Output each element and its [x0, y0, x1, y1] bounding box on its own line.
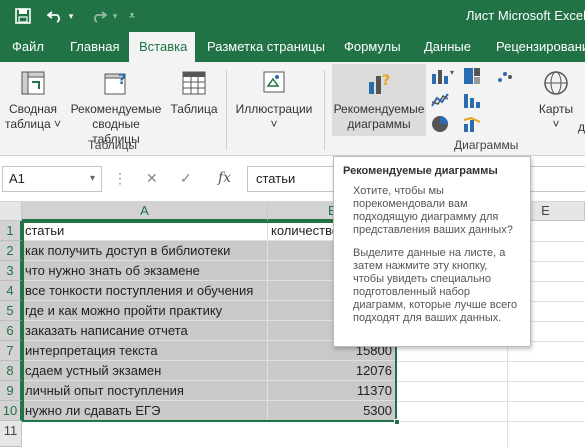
column-chart-caret-icon[interactable]: ▾	[450, 68, 454, 77]
tab-file[interactable]: Файл	[2, 32, 54, 62]
cell-b10[interactable]: 5300	[268, 401, 396, 421]
redo-icon[interactable]	[88, 6, 110, 26]
charts-group-label: Диаграммы	[454, 138, 519, 152]
enter-icon[interactable]: ✓	[180, 170, 192, 187]
redo-dropdown-icon[interactable]: ▾	[110, 6, 120, 26]
row-header[interactable]: 1	[0, 221, 22, 241]
title-bar: ▾ ▾ ⩡ Лист Microsoft Excel ия	[0, 0, 585, 32]
hierarchy-chart-icon[interactable]	[462, 66, 482, 88]
cell-a5[interactable]: где и как можно пройти практику	[22, 301, 268, 321]
cancel-icon[interactable]: ✕	[146, 170, 158, 187]
tab-formulas[interactable]: Формулы	[334, 32, 411, 62]
pie-chart-icon[interactable]	[430, 114, 450, 136]
row-header[interactable]: 11	[0, 421, 22, 447]
recommended-charts-icon: ?	[369, 73, 390, 94]
pivot-line1: Сводная	[8, 102, 58, 116]
rec-charts-line1: Рекомендуемые	[333, 102, 425, 116]
tab-insert[interactable]: Вставка	[129, 32, 195, 62]
cell-b8[interactable]: 12076	[268, 361, 396, 381]
name-box-value: A1	[9, 171, 25, 186]
cell-a7[interactable]: интерпретация текста	[22, 341, 268, 361]
pivot-table-button[interactable]: Сводная таблица ˅	[4, 68, 62, 136]
svg-text:?: ?	[382, 73, 390, 89]
window-title: Лист Microsoft Excel ия	[466, 8, 585, 23]
recommended-charts-button[interactable]: ? Рекомендуемые диаграммы	[332, 64, 426, 136]
ribbon: Сводная таблица ˅ ? Рекомендуемые сводны…	[0, 62, 585, 156]
maps-caret: ˅	[552, 117, 560, 131]
cell-b9[interactable]: 11370	[268, 381, 396, 401]
row-header[interactable]: 9	[0, 381, 22, 401]
rec-charts-line2: диаграммы	[347, 117, 411, 131]
ribbon-separator	[226, 70, 227, 150]
tab-page-layout[interactable]: Разметка страницы	[197, 32, 335, 62]
gridline	[397, 401, 585, 402]
gridline	[22, 421, 585, 422]
tooltip-paragraph: Выделите данные на листе, а затем нажмит…	[353, 247, 518, 324]
table-button[interactable]: Таблица	[168, 68, 220, 136]
ribbon-tabs: Файл Главная Вставка Разметка страницы Ф…	[0, 32, 585, 62]
gridline	[397, 361, 585, 362]
tab-home[interactable]: Главная	[60, 32, 129, 62]
illustrations-label: Иллюстрации	[235, 102, 313, 116]
globe-icon	[544, 71, 568, 95]
table-icon	[182, 71, 206, 95]
tables-group-label: Таблицы	[88, 138, 138, 152]
ribbon-separator	[324, 70, 325, 150]
row-header[interactable]: 3	[0, 261, 22, 281]
row-header[interactable]: 10	[0, 401, 22, 421]
save-icon[interactable]	[12, 6, 34, 26]
recommended-pivot-tables-button[interactable]: ? Рекомендуемые сводные таблицы	[68, 68, 164, 146]
maps-label: Карты	[538, 102, 574, 116]
statistic-chart-icon[interactable]	[462, 90, 482, 112]
illustrations-icon	[263, 71, 285, 93]
cell-a8[interactable]: сдаем устный экзамен	[22, 361, 268, 381]
row-header[interactable]: 7	[0, 341, 22, 361]
table-label: Таблица	[170, 102, 218, 116]
row-header[interactable]: 4	[0, 281, 22, 301]
maps-button[interactable]: Карты ˅	[534, 68, 578, 136]
column-header-a[interactable]: A	[22, 202, 268, 221]
truncated-ribbon-text: д	[578, 120, 585, 134]
undo-dropdown-icon[interactable]: ▾	[66, 6, 76, 26]
line-chart-icon[interactable]	[430, 90, 450, 112]
row-header[interactable]: 8	[0, 361, 22, 381]
undo-icon[interactable]	[44, 6, 66, 26]
pivot-table-icon	[21, 71, 45, 95]
cell-a1[interactable]: статьи	[22, 221, 268, 241]
svg-text:?: ?	[118, 72, 126, 88]
customize-qat-icon[interactable]: ⩡	[124, 6, 140, 26]
column-chart-icon[interactable]	[430, 66, 450, 88]
illustrations-caret: ˅	[270, 117, 278, 131]
row-header[interactable]: 5	[0, 301, 22, 321]
combo-chart-icon[interactable]	[462, 114, 482, 136]
cell-a2[interactable]: как получить доступ в библиотеки	[22, 241, 268, 261]
gridline	[397, 381, 585, 382]
tab-review[interactable]: Рецензирование	[486, 32, 585, 62]
row-header[interactable]: 2	[0, 241, 22, 261]
illustrations-button[interactable]: Иллюстрации ˅	[232, 68, 316, 136]
tooltip-paragraph: Хотите, чтобы мы порекомендовали вам под…	[353, 185, 513, 236]
more-options-icon[interactable]: ⋮	[113, 170, 127, 187]
rec-pivot-line1: Рекомендуемые	[70, 102, 162, 116]
cell-a10[interactable]: нужно ли сдавать ЕГЭ	[22, 401, 268, 421]
cell-a4[interactable]: все тонкости поступления и обучения	[22, 281, 268, 301]
recommended-charts-tooltip: Рекомендуемые диаграммы Хотите, чтобы мы…	[333, 156, 531, 347]
tooltip-title: Рекомендуемые диаграммы	[343, 165, 498, 177]
insert-function-icon[interactable]: fx	[218, 170, 231, 186]
select-all-corner[interactable]	[0, 202, 22, 221]
name-box-dropdown-icon[interactable]: ▾	[90, 167, 95, 191]
cell-a9[interactable]: личный опыт поступления	[22, 381, 268, 401]
row-header[interactable]: 6	[0, 321, 22, 341]
fill-handle[interactable]	[394, 419, 400, 425]
tab-data[interactable]: Данные	[414, 32, 481, 62]
scatter-chart-icon[interactable]	[495, 66, 515, 88]
cell-a3[interactable]: что нужно знать об экзамене	[22, 261, 268, 281]
pivot-line2: таблица ˅	[5, 117, 61, 131]
cell-a6[interactable]: заказать написание отчета	[22, 321, 268, 341]
name-box[interactable]: A1 ▾	[2, 166, 102, 192]
recommended-pivot-icon: ?	[104, 72, 126, 95]
